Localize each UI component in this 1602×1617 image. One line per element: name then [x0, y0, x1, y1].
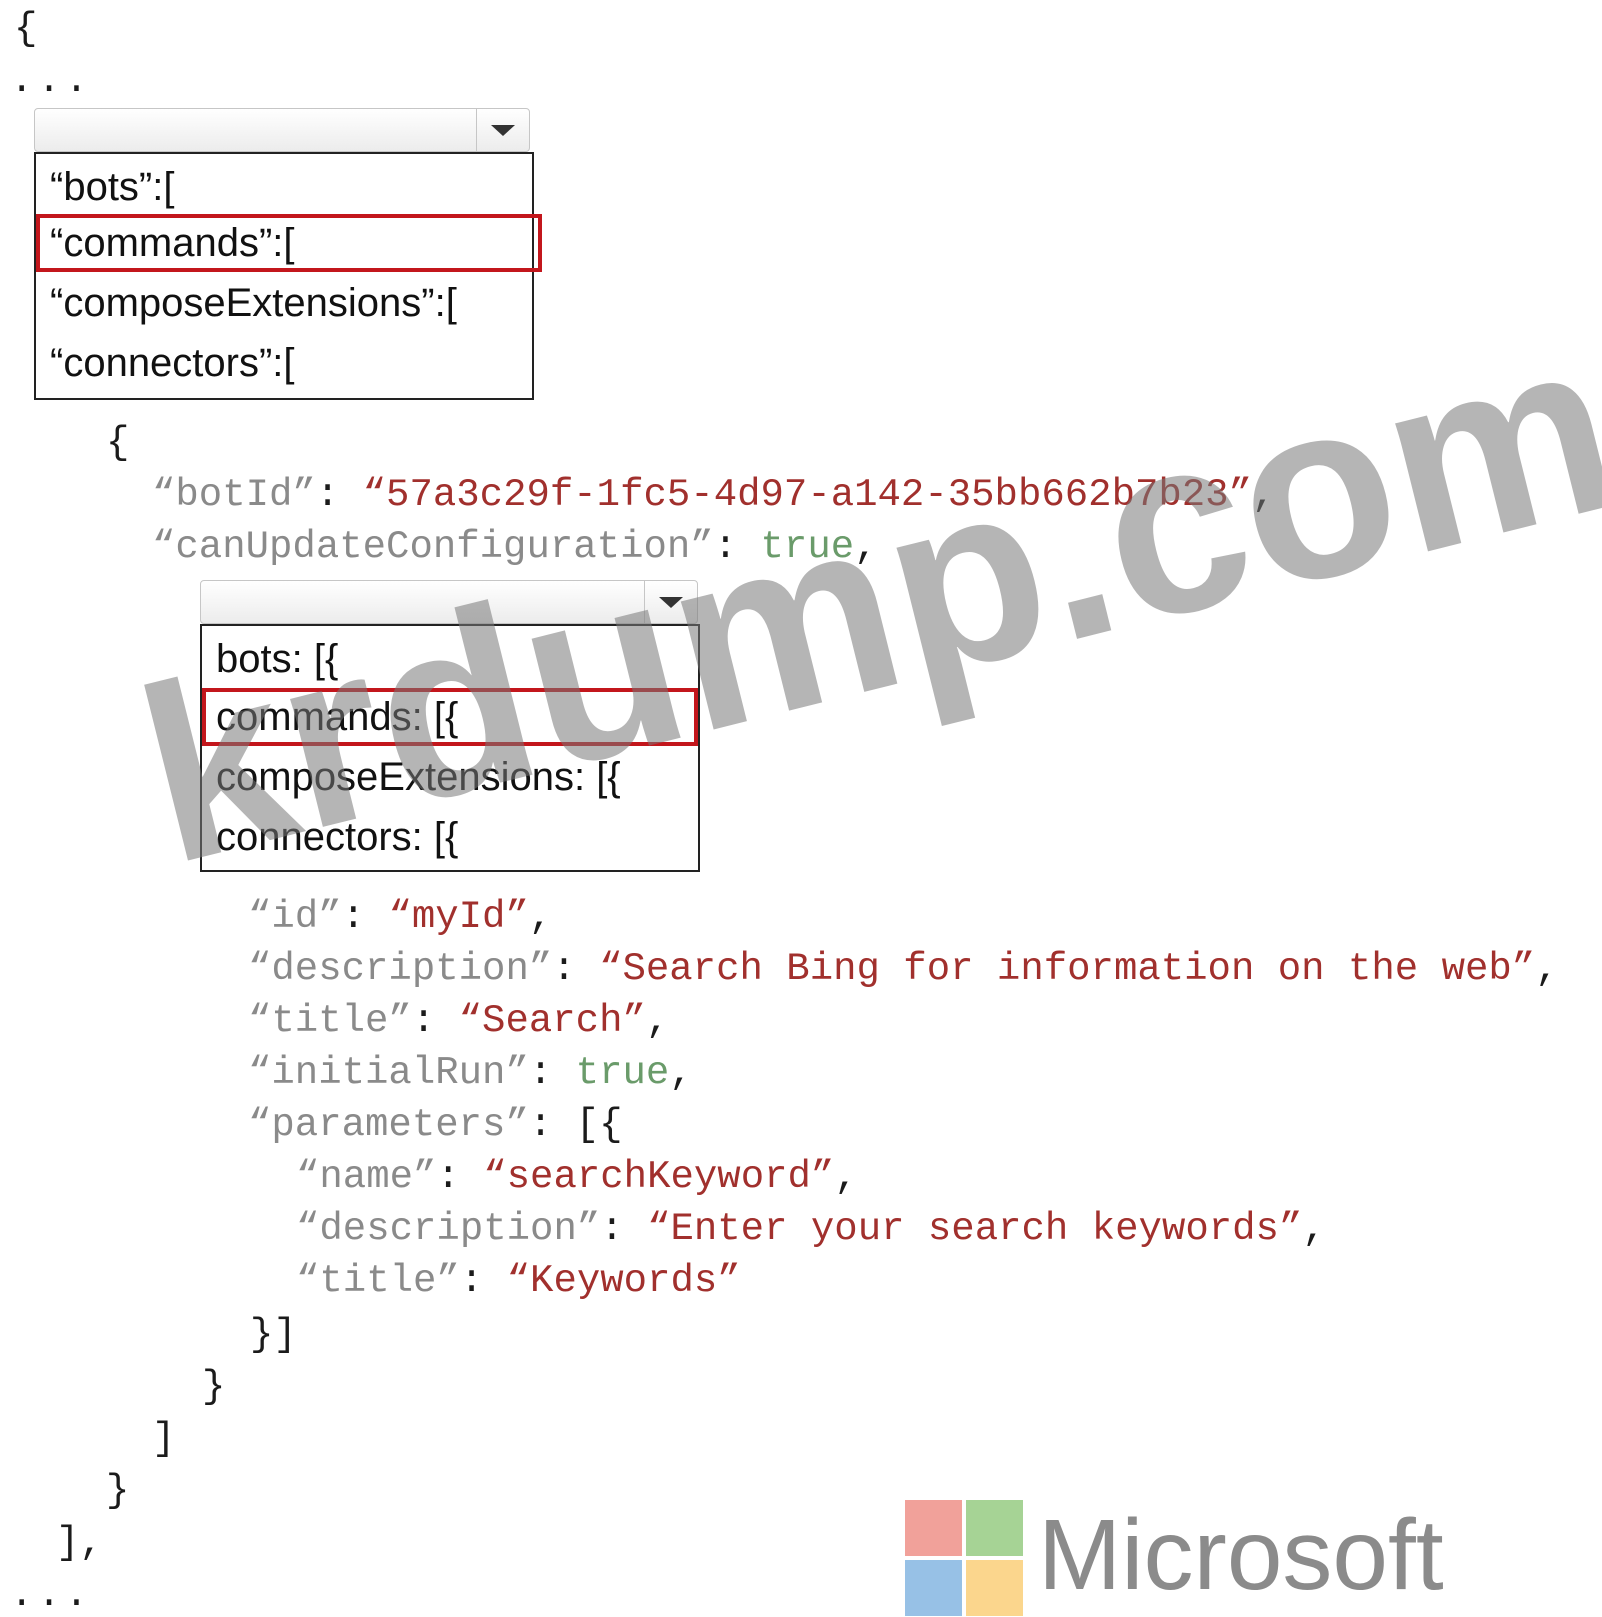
code-close-array: ] — [152, 1417, 176, 1461]
param-description-comma: , — [1302, 1207, 1326, 1251]
code-line-canUpdateConfiguration: “canUpdateConfiguration”: true, — [152, 528, 878, 567]
microsoft-wordmark: Microsoft — [1038, 1499, 1444, 1611]
option-connectors[interactable]: “connectors”:[ — [36, 334, 532, 392]
code-close-params: }] — [250, 1313, 297, 1357]
code-line-parameters: “parameters”: [{ — [248, 1106, 622, 1145]
code-line-param-name: “name”: “searchKeyword”, — [296, 1158, 858, 1197]
option-composeExtensions[interactable]: “composeExtensions”:[ — [36, 274, 532, 332]
title-key: “title” — [248, 999, 412, 1043]
param-description-value: “Enter your search keywords” — [647, 1207, 1303, 1251]
code-open-brace: { — [14, 7, 38, 51]
code-line-description: “description”: “Search Bing for informat… — [248, 950, 1559, 989]
code-line-param-description: “description”: “Enter your search keywor… — [296, 1210, 1326, 1249]
title-value: “Search” — [458, 999, 646, 1043]
manifest-section-dropdown[interactable] — [34, 108, 530, 152]
id-key: “id” — [248, 895, 342, 939]
botId-value: “57a3c29f-1fc5-4d97-a142-35bb662b7b23” — [362, 473, 1252, 517]
code-line-botId: “botId”: “57a3c29f-1fc5-4d97-a142-35bb66… — [152, 476, 1275, 515]
initialRun-value: true — [575, 1051, 670, 1095]
code-close-bracket-comma: ], — [56, 1521, 103, 1565]
param-title-value: “Keywords” — [506, 1259, 741, 1303]
code-line-id: “id”: “myId”, — [248, 898, 552, 937]
code-close-inner-brace: } — [106, 1469, 130, 1513]
id-value: “myId” — [388, 895, 529, 939]
param-name-value: “searchKeyword” — [483, 1155, 835, 1199]
description-colon: : — [552, 947, 600, 991]
canUpdate-key: “canUpdateConfiguration” — [152, 525, 714, 569]
chevron-down-icon — [491, 125, 515, 136]
param-title-colon: : — [459, 1259, 507, 1303]
option-commands-selected[interactable]: “commands”:[ — [36, 214, 542, 272]
code-inner-open-brace: { — [106, 421, 130, 465]
logo-blue-square — [905, 1560, 962, 1616]
option-composeExtensions[interactable]: composeExtensions: [{ — [202, 748, 698, 806]
param-description-colon: : — [600, 1207, 648, 1251]
option-commands-selected[interactable]: commands: [{ — [202, 688, 698, 746]
canUpdate-value: true — [760, 525, 855, 569]
description-key: “description” — [248, 947, 553, 991]
title-comma: , — [645, 999, 670, 1043]
microsoft-logo-icon — [905, 1500, 1027, 1617]
option-bots[interactable]: bots: [{ — [202, 630, 698, 688]
param-description-key: “description” — [296, 1207, 601, 1251]
description-value: “Search Bing for information on the web” — [599, 947, 1536, 991]
code-line-initialRun: “initialRun”: true, — [248, 1054, 693, 1093]
title-colon: : — [411, 999, 459, 1043]
chevron-down-icon — [659, 597, 683, 608]
initialRun-key: “initialRun” — [248, 1051, 529, 1095]
logo-red-square — [905, 1500, 962, 1556]
param-name-colon: : — [436, 1155, 484, 1199]
code-ellipsis-bottom: ... — [10, 1573, 93, 1617]
param-name-key: “name” — [296, 1155, 437, 1199]
canUpdate-comma: , — [854, 525, 878, 569]
logo-yellow-square — [966, 1560, 1023, 1616]
code-ellipsis-top: ... — [10, 59, 93, 103]
logo-green-square — [966, 1500, 1023, 1556]
option-bots[interactable]: “bots”:[ — [36, 158, 532, 216]
param-title-key: “title” — [296, 1259, 460, 1303]
code-close-obj: } — [202, 1365, 226, 1409]
initialRun-colon: : — [528, 1051, 576, 1095]
botId-colon: : — [315, 473, 363, 517]
botId-comma: , — [1252, 473, 1276, 517]
param-name-comma: , — [834, 1155, 858, 1199]
dropdown-toggle-button[interactable] — [476, 109, 529, 151]
option-connectors[interactable]: connectors: [{ — [202, 808, 698, 866]
bot-property-options-list: bots: [{ commands: [{ composeExtensions:… — [200, 624, 700, 872]
parameters-colon: : [{ — [528, 1103, 623, 1147]
code-line-param-title: “title”: “Keywords” — [296, 1262, 741, 1301]
dropdown-toggle-button-2[interactable] — [644, 581, 697, 623]
initialRun-comma: , — [669, 1051, 693, 1095]
description-comma: , — [1535, 947, 1559, 991]
canUpdate-colon: : — [713, 525, 761, 569]
manifest-section-options-list: “bots”:[ “commands”:[ “composeExtensions… — [34, 152, 542, 400]
botId-key: “botId” — [152, 473, 316, 517]
id-comma: , — [528, 895, 553, 939]
parameters-key: “parameters” — [248, 1103, 529, 1147]
bot-property-dropdown[interactable] — [200, 580, 698, 624]
code-line-title: “title”: “Search”, — [248, 1002, 669, 1041]
id-colon: : — [341, 895, 389, 939]
